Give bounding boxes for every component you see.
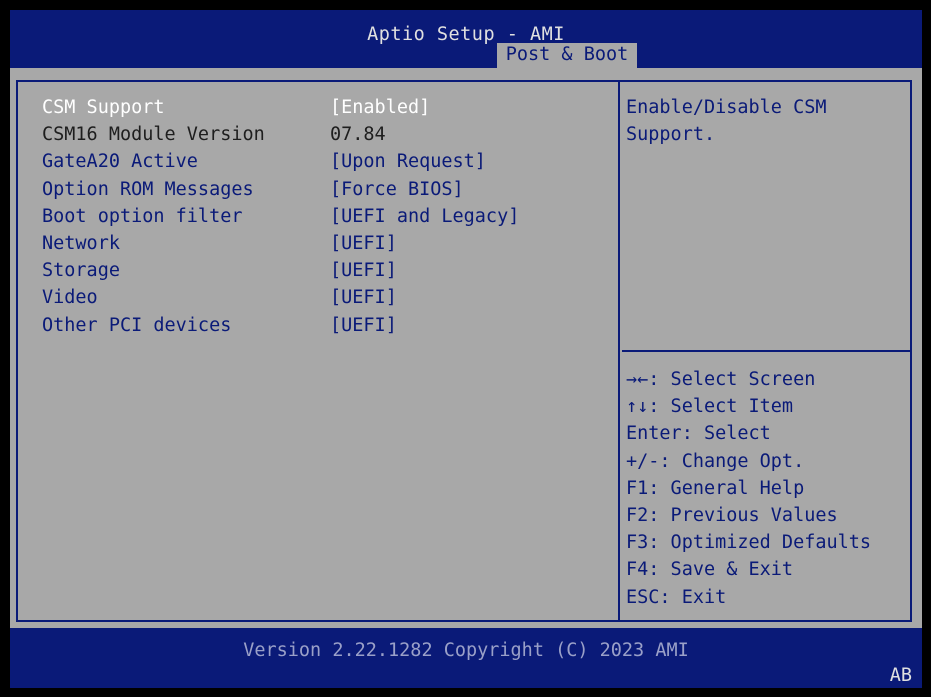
setting-gatea20-active[interactable]: GateA20 Active [Upon Request] — [42, 148, 602, 175]
key-help-esc: ESC: Exit — [626, 586, 727, 608]
setting-value[interactable]: [Enabled] — [330, 94, 430, 121]
bios-screen: Aptio Setup - AMI Post & Boot CSM Suppor… — [10, 10, 922, 688]
setting-label: Option ROM Messages — [42, 178, 254, 200]
setting-label: Network — [42, 232, 120, 254]
setting-other-pci-devices[interactable]: Other PCI devices [UEFI] — [42, 312, 602, 339]
key-help-enter: Enter: Select — [626, 423, 771, 445]
setting-label: Video — [42, 287, 98, 309]
version-footer: Version 2.22.1282 Copyright (C) 2023 AMI — [243, 640, 689, 661]
setting-label: Boot option filter — [42, 205, 243, 227]
corner-badge: AB — [889, 665, 912, 686]
help-divider — [622, 350, 912, 352]
setting-label: Storage — [42, 260, 120, 282]
setting-value[interactable]: [UEFI] — [330, 230, 397, 257]
vertical-divider — [618, 80, 620, 622]
setting-label: Other PCI devices — [42, 314, 232, 336]
setting-value[interactable]: [UEFI] — [330, 284, 397, 311]
setting-value[interactable]: [UEFI and Legacy] — [330, 203, 519, 230]
setting-value: 07.84 — [330, 124, 386, 146]
setting-video[interactable]: Video [UEFI] — [42, 284, 602, 311]
setting-csm16-module-version: CSM16 Module Version 07.84 — [42, 121, 602, 148]
key-help-f1: F1: General Help — [626, 477, 805, 499]
setting-value[interactable]: [UEFI] — [330, 312, 397, 339]
key-help-select-item: ↑↓: Select Item — [626, 396, 794, 418]
key-help-list: →←: Select Screen ↑↓: Select Item Enter:… — [626, 366, 871, 611]
setting-value[interactable]: [UEFI] — [330, 257, 397, 284]
main-panel: CSM Support [Enabled] CSM16 Module Versi… — [10, 68, 922, 628]
setting-network[interactable]: Network [UEFI] — [42, 230, 602, 257]
app-title: Aptio Setup - AMI — [367, 24, 565, 45]
setting-label: CSM16 Module Version — [42, 124, 265, 146]
key-help-change-opt: +/-: Change Opt. — [626, 450, 805, 472]
setting-label: GateA20 Active — [42, 151, 198, 173]
setting-value[interactable]: [Force BIOS] — [330, 176, 464, 203]
key-help-f3: F3: Optimized Defaults — [626, 532, 872, 554]
key-help-f4: F4: Save & Exit — [626, 559, 794, 581]
key-help-f2: F2: Previous Values — [626, 505, 838, 527]
settings-list: CSM Support [Enabled] CSM16 Module Versi… — [42, 94, 602, 339]
key-help-select-screen: →←: Select Screen — [626, 369, 816, 390]
item-help-text: Enable/Disable CSM Support. — [626, 97, 827, 146]
setting-value[interactable]: [Upon Request] — [330, 148, 486, 175]
setting-option-rom-messages[interactable]: Option ROM Messages [Force BIOS] — [42, 176, 602, 203]
setting-storage[interactable]: Storage [UEFI] — [42, 257, 602, 284]
setting-label: CSM Support — [42, 97, 165, 118]
setting-csm-support[interactable]: CSM Support [Enabled] — [42, 94, 602, 121]
setting-boot-option-filter[interactable]: Boot option filter [UEFI and Legacy] — [42, 203, 602, 230]
